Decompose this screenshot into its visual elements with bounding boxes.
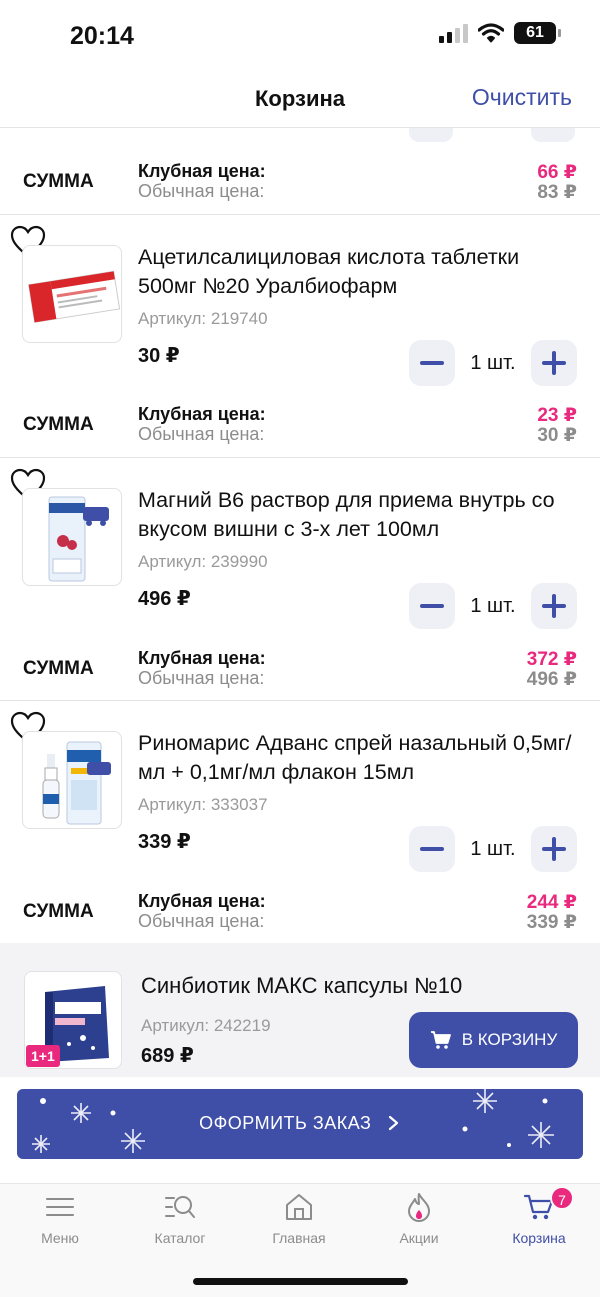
product-name[interactable]: Риномарис Адванс спрей назальный 0,5мг/м… (138, 729, 583, 787)
minus-icon (420, 604, 444, 608)
product-sku: Артикул: 242219 (141, 1016, 271, 1035)
sum-row: СУММА Клубная цена: Обычная цена: 372 ₽ … (0, 642, 600, 702)
quantity-plus-button[interactable] (531, 583, 577, 629)
club-price-label: Клубная цена: (138, 891, 266, 911)
add-to-cart-button[interactable]: В КОРЗИНУ (409, 1012, 578, 1068)
club-price-label: Клубная цена: (138, 648, 266, 668)
regular-price-label: Обычная цена: (138, 668, 265, 688)
product-image[interactable] (22, 245, 122, 343)
status-icons: 61 (439, 22, 561, 44)
cart-item: Ацетилсалициловая кислота таблетки 500мг… (0, 215, 600, 395)
home-indicator (193, 1278, 408, 1285)
checkout-button[interactable]: ОФОРМИТЬ ЗАКАЗ (17, 1089, 583, 1159)
product-price: 339 ₽ (138, 831, 191, 853)
product-sku: Артикул: 219740 (138, 309, 268, 328)
regular-price-value: 339 ₽ (526, 912, 577, 933)
quantity-value: 1 шт. (470, 838, 516, 860)
product-name[interactable]: Магний B6 раствор для приема внутрь со в… (138, 486, 583, 544)
recommended-product: 1+1 Синбиотик МАКС капсулы №10 Артикул: … (0, 943, 600, 1077)
previous-item-minus-button[interactable] (409, 128, 453, 142)
sum-label: СУММА (23, 658, 94, 679)
tab-label: Меню (41, 1230, 79, 1246)
tab-label: Каталог (154, 1230, 206, 1246)
regular-price-value: 30 ₽ (537, 425, 577, 446)
tab-promotions[interactable]: Акции (369, 1192, 469, 1256)
chevron-right-icon (388, 1115, 398, 1131)
quantity-plus-button[interactable] (531, 340, 577, 386)
tab-home[interactable]: Главная (249, 1192, 349, 1256)
tab-label: Главная (272, 1230, 326, 1246)
battery-icon: 61 (514, 22, 561, 44)
product-image[interactable] (22, 731, 122, 829)
tab-menu[interactable]: Меню (10, 1192, 110, 1256)
regular-price-label: Обычная цена: (138, 181, 265, 201)
club-price-label: Клубная цена: (138, 161, 266, 181)
product-name[interactable]: Ацетилсалициловая кислота таблетки 500мг… (138, 243, 583, 301)
regular-price-label: Обычная цена: (138, 911, 265, 931)
flame-icon (408, 1193, 430, 1222)
catalog-search-icon (165, 1196, 195, 1218)
sum-label: СУММА (23, 414, 94, 435)
quantity-minus-button[interactable] (409, 340, 455, 386)
product-sku: Артикул: 239990 (138, 552, 268, 571)
tab-cart[interactable]: Корзина (489, 1192, 589, 1256)
regular-price-label: Обычная цена: (138, 424, 265, 444)
club-price-label: Клубная цена: (138, 404, 266, 424)
status-time: 20:14 (70, 22, 134, 50)
product-price: 496 ₽ (138, 588, 191, 610)
cart-item: Магний B6 раствор для приема внутрь со в… (0, 458, 600, 638)
status-bar: 20:14 61 (0, 0, 600, 72)
quantity-minus-button[interactable] (409, 583, 455, 629)
sum-label: СУММА (23, 901, 94, 922)
sum-row: СУММА Клубная цена: Обычная цена: 244 ₽ … (0, 885, 600, 945)
product-sku: Артикул: 333037 (138, 795, 268, 814)
sum-row: СУММА Клубная цена: Обычная цена: 66 ₽ 8… (0, 155, 600, 215)
tab-catalog[interactable]: Каталог (130, 1192, 230, 1256)
checkout-area: ОФОРМИТЬ ЗАКАЗ (0, 1077, 600, 1183)
product-image[interactable] (22, 488, 122, 586)
cart-item: Риномарис Адванс спрей назальный 0,5мг/м… (0, 701, 600, 881)
cellular-signal-icon (439, 23, 468, 43)
checkout-label: ОФОРМИТЬ ЗАКАЗ (17, 1113, 583, 1134)
home-icon (286, 1194, 312, 1220)
tab-label: Акции (399, 1230, 439, 1246)
menu-icon (46, 1198, 74, 1216)
sum-label: СУММА (23, 171, 94, 192)
add-to-cart-label: В КОРЗИНУ (461, 1030, 558, 1049)
regular-price-value: 83 ₽ (537, 182, 577, 203)
product-name[interactable]: Синбиотик МАКС капсулы №10 (141, 973, 462, 999)
quantity-value: 1 шт. (470, 352, 516, 374)
promo-badge: 1+1 (26, 1045, 60, 1067)
cart-header: Корзина Очистить (0, 72, 600, 128)
minus-icon (420, 847, 444, 851)
product-price: 30 ₽ (138, 345, 180, 367)
cart-count-badge: 7 (550, 1186, 574, 1210)
previous-item-plus-button[interactable] (531, 128, 575, 142)
tab-label: Корзина (512, 1230, 566, 1246)
quantity-value: 1 шт. (470, 595, 516, 617)
wifi-icon (478, 23, 504, 43)
minus-icon (420, 361, 444, 365)
cart-icon (430, 1031, 451, 1049)
quantity-minus-button[interactable] (409, 826, 455, 872)
clear-cart-button[interactable]: Очистить (472, 84, 572, 111)
quantity-plus-button[interactable] (531, 826, 577, 872)
sum-row: СУММА Клубная цена: Обычная цена: 23 ₽ 3… (0, 398, 600, 458)
regular-price-value: 496 ₽ (526, 669, 577, 690)
product-price: 689 ₽ (141, 1045, 194, 1067)
